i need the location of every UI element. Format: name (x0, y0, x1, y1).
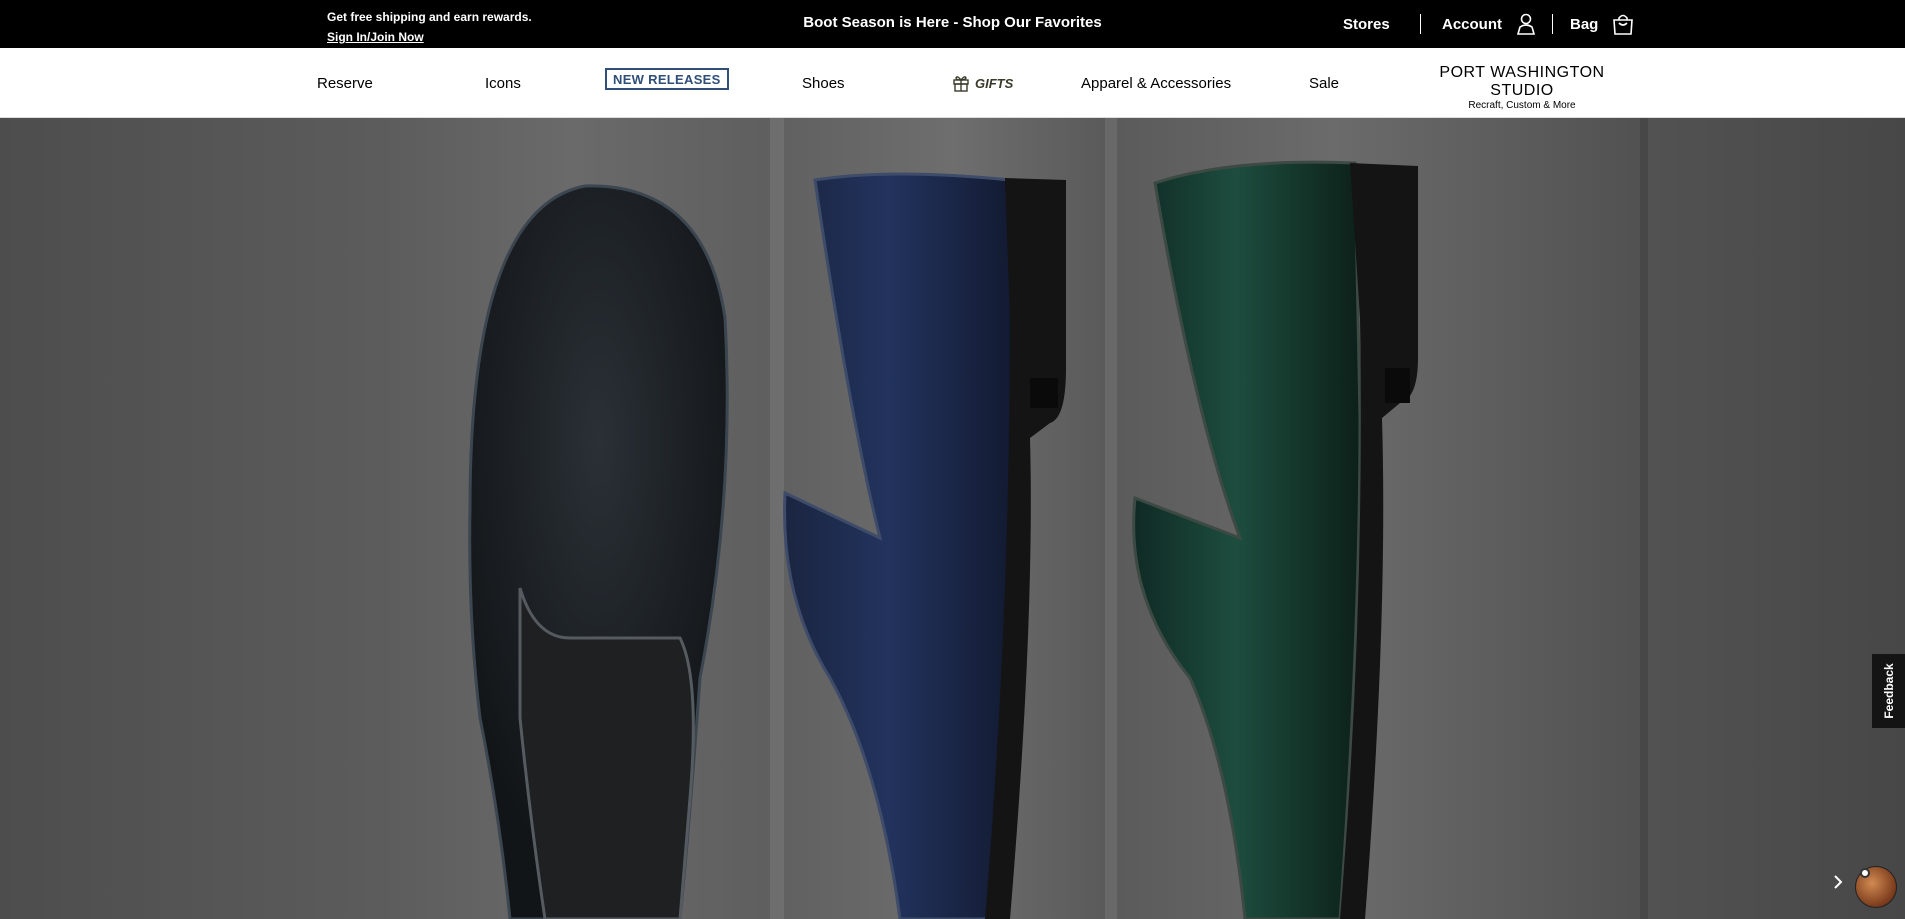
divider (1420, 14, 1421, 34)
stores-link[interactable]: Stores (1343, 0, 1390, 48)
studio-subtitle: Recraft, Custom & More (1468, 100, 1576, 111)
nav-reserve-label: Reserve (317, 74, 373, 92)
nav-apparel-label: Apparel & Accessories (1081, 74, 1232, 92)
nav-reserve[interactable]: Reserve (317, 48, 373, 118)
account-link[interactable]: Account (1442, 0, 1536, 48)
user-icon (1516, 13, 1536, 35)
nav-shoes[interactable]: Shoes (802, 48, 845, 118)
port-washington-studio-link[interactable]: PORT WASHINGTON STUDIO Recraft, Custom &… (1422, 64, 1622, 112)
divider (1552, 14, 1553, 34)
nav-shoes-label: Shoes (802, 74, 845, 92)
studio-title: PORT WASHINGTON STUDIO (1439, 64, 1605, 99)
stores-label: Stores (1343, 15, 1390, 33)
main-navigation: Reserve Icons NEW RELEASES Shoes GIFTS A… (0, 48, 1905, 118)
account-label: Account (1442, 15, 1502, 33)
nav-new-releases[interactable]: NEW RELEASES (605, 68, 729, 90)
bag-label: Bag (1570, 15, 1599, 33)
top-promo-bar: Get free shipping and earn rewards. Sign… (0, 0, 1905, 48)
nav-gifts-label: GIFTS (975, 75, 1014, 91)
carousel-next-button[interactable] (1826, 870, 1850, 894)
nav-sale[interactable]: Sale (1309, 48, 1339, 118)
nav-apparel-accessories[interactable]: Apparel & Accessories (1081, 48, 1231, 118)
shopping-bag-icon (1613, 14, 1634, 35)
nav-sale-label: Sale (1309, 74, 1340, 92)
gift-icon (953, 76, 969, 92)
nav-icons[interactable]: Icons (485, 48, 521, 118)
nav-gifts[interactable]: GIFTS (952, 48, 1013, 118)
nav-icons-label: Icons (485, 74, 521, 92)
announcement-link[interactable]: Boot Season is Here - Shop Our Favorites (803, 14, 1101, 31)
chat-notification-badge (1860, 868, 1870, 878)
feedback-label: Feedback (1881, 663, 1896, 719)
bag-link[interactable]: Bag (1570, 0, 1634, 48)
chevron-right-icon (1834, 875, 1843, 889)
feedback-tab[interactable]: Feedback (1872, 654, 1905, 728)
hero-image[interactable] (0, 118, 1905, 919)
hero-shoes-illustration (468, 118, 1648, 919)
nav-new-releases-label: NEW RELEASES (613, 71, 721, 87)
